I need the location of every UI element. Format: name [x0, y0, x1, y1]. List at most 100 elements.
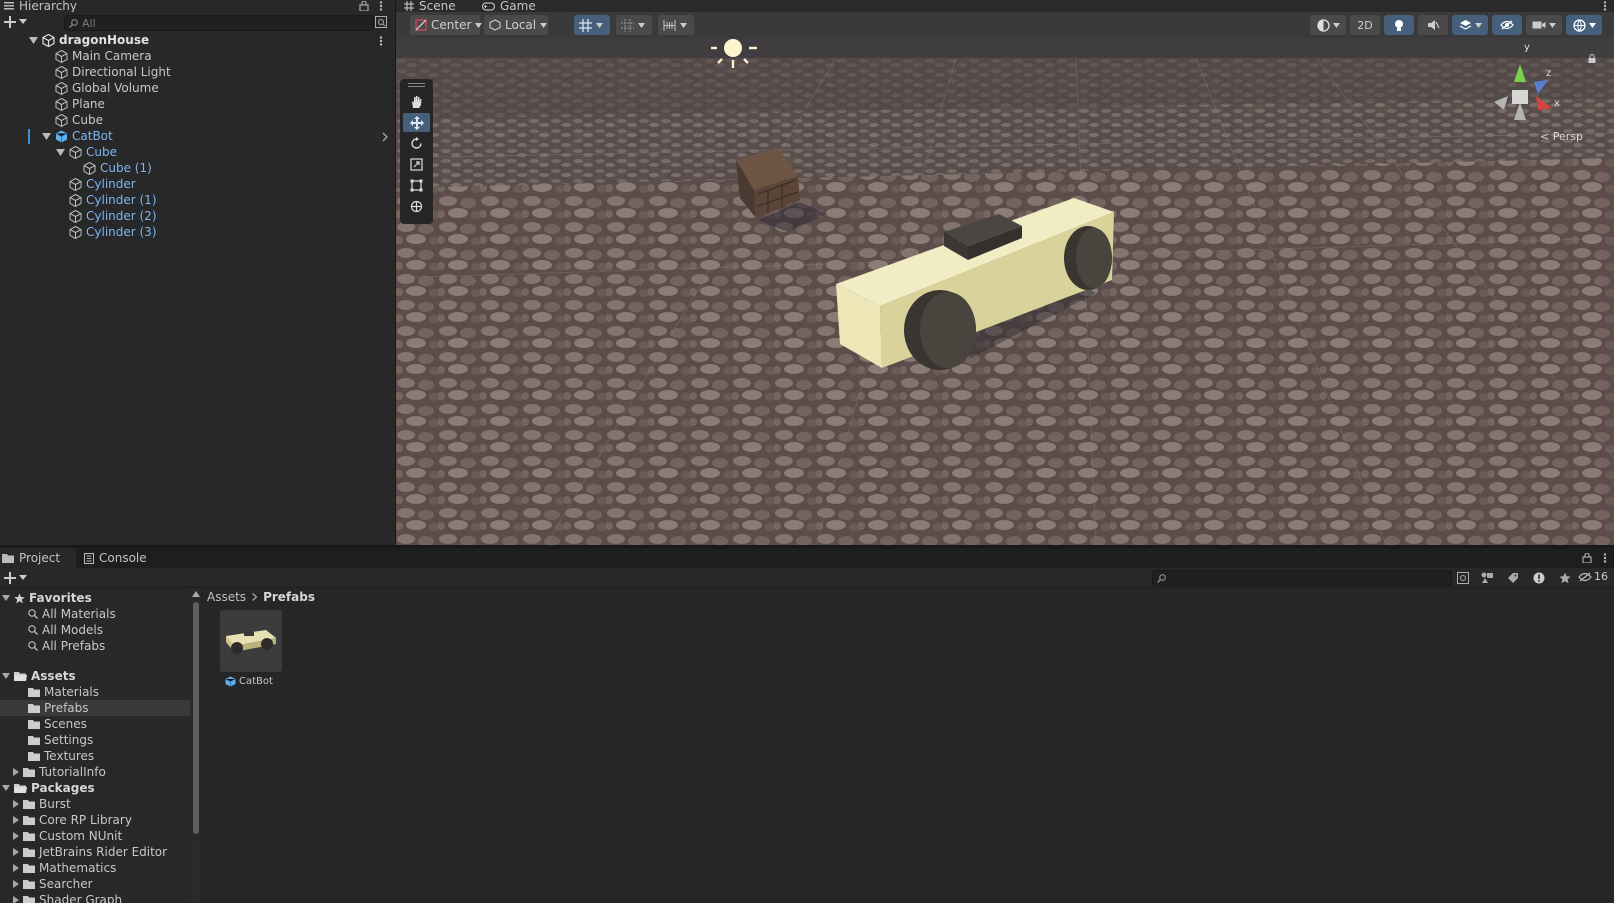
package-jetbrains-rider-editor[interactable]: JetBrains Rider Editor	[13, 844, 167, 860]
effects-dropdown[interactable]	[1452, 15, 1488, 35]
grid-visibility-toggle[interactable]	[616, 15, 652, 35]
chevron-right-icon[interactable]	[376, 128, 394, 146]
search-options-icon[interactable]	[372, 13, 390, 31]
more-options-icon[interactable]	[1596, 549, 1614, 567]
eye-hidden-icon	[1500, 20, 1514, 30]
move-tool-button[interactable]	[403, 113, 430, 132]
filter-by-label-icon[interactable]	[1504, 569, 1522, 587]
folder-textures[interactable]: Textures	[28, 748, 94, 764]
tab-project[interactable]: Project	[0, 548, 76, 568]
hierarchy-search-input[interactable]: All	[64, 15, 374, 31]
chevron-down-icon	[638, 22, 645, 28]
lock-icon[interactable]	[1588, 54, 1596, 63]
drag-handle-line	[408, 86, 425, 87]
search-by-type-icon[interactable]	[1454, 569, 1472, 587]
assets-header[interactable]: Assets	[2, 668, 76, 684]
hierarchy-item-cube-1[interactable]: Cube (1)	[83, 160, 152, 176]
expand-arrow-right-icon[interactable]	[13, 816, 19, 824]
scene-visibility-toggle[interactable]	[1492, 15, 1522, 35]
draw-mode-dropdown[interactable]	[1310, 15, 1346, 35]
expand-arrow-icon[interactable]	[2, 785, 10, 791]
tab-scene[interactable]: Scene	[404, 0, 456, 12]
audio-toggle[interactable]	[1418, 15, 1448, 35]
hidden-packages-toggle[interactable]: 16	[1578, 570, 1608, 583]
scale-tool-button[interactable]	[403, 155, 430, 174]
increment-snap-toggle[interactable]	[658, 15, 694, 35]
tab-hierarchy[interactable]: Hierarchy	[4, 0, 77, 12]
hierarchy-scene-root[interactable]: dragonHouse	[28, 32, 395, 48]
folder-icon	[28, 735, 40, 745]
breadcrumb-prefabs[interactable]: Prefabs	[263, 590, 315, 604]
hierarchy-item-directional-light[interactable]: Directional Light	[55, 64, 171, 80]
drag-handle[interactable]	[408, 83, 425, 84]
expand-arrow-right-icon[interactable]	[13, 768, 19, 776]
toggle-2d-button[interactable]: 2D	[1350, 15, 1380, 35]
folder-settings[interactable]: Settings	[28, 732, 93, 748]
breadcrumb-assets[interactable]: Assets	[207, 590, 246, 604]
expand-arrow-right-icon[interactable]	[13, 800, 19, 808]
favorite-item-all-prefabs[interactable]: All Prefabs	[28, 638, 105, 654]
asset-catbot-thumbnail[interactable]	[220, 610, 282, 672]
camera-dropdown[interactable]	[1526, 15, 1562, 35]
tab-game[interactable]: Game	[482, 0, 536, 12]
transform-tool-button[interactable]	[403, 197, 430, 216]
expand-arrow-right-icon[interactable]	[13, 848, 19, 856]
hierarchy-item-cylinder-1[interactable]: Cylinder (1)	[69, 192, 157, 208]
persp-label[interactable]: < Persp	[1540, 130, 1583, 143]
expand-arrow-icon[interactable]	[41, 131, 51, 141]
expand-arrow-icon[interactable]	[2, 595, 10, 601]
folder-prefabs[interactable]: Prefabs	[0, 700, 190, 716]
package-burst[interactable]: Burst	[13, 796, 71, 812]
expand-arrow-right-icon[interactable]	[13, 864, 19, 872]
scene-options-icon[interactable]	[372, 32, 390, 50]
chevron-down-icon[interactable]	[14, 569, 32, 587]
space-dropdown[interactable]: Local	[484, 15, 548, 35]
rotate-icon	[410, 137, 423, 150]
chevron-down-icon[interactable]	[14, 13, 32, 31]
scene-viewport[interactable]: y z x < Persp	[396, 38, 1614, 545]
package-searcher[interactable]: Searcher	[13, 876, 93, 892]
expand-arrow-icon[interactable]	[55, 147, 65, 157]
hierarchy-item-catbot[interactable]: CatBot	[41, 128, 395, 144]
folder-scenes[interactable]: Scenes	[28, 716, 87, 732]
pivot-dropdown[interactable]: Center	[410, 15, 483, 35]
package-shader-graph[interactable]: Shader Graph	[13, 892, 122, 903]
scroll-up-icon[interactable]	[192, 591, 200, 597]
hierarchy-item-cube[interactable]: Cube	[55, 112, 103, 128]
package-mathematics[interactable]: Mathematics	[13, 860, 116, 876]
rotate-tool-button[interactable]	[403, 134, 430, 153]
favorite-item-all-materials[interactable]: All Materials	[28, 606, 116, 622]
hierarchy-item-cylinder-3[interactable]: Cylinder (3)	[69, 224, 157, 240]
project-search-input[interactable]	[1152, 570, 1452, 586]
filter-by-type-icon[interactable]	[1478, 569, 1496, 587]
hierarchy-item-global-volume[interactable]: Global Volume	[55, 80, 159, 96]
favorite-item-all-models[interactable]: All Models	[28, 622, 103, 638]
lighting-toggle[interactable]	[1384, 15, 1414, 35]
expand-arrow-icon[interactable]	[2, 673, 10, 679]
rect-tool-button[interactable]	[403, 176, 430, 195]
grid-snapping-toggle[interactable]	[574, 15, 610, 35]
hierarchy-item-cube-child[interactable]: Cube	[55, 144, 117, 160]
hierarchy-item-cylinder-2[interactable]: Cylinder (2)	[69, 208, 157, 224]
star-icon[interactable]	[1556, 569, 1574, 587]
package-core-rp-library[interactable]: Core RP Library	[13, 812, 132, 828]
lock-icon[interactable]	[1578, 549, 1596, 567]
gizmos-dropdown[interactable]	[1566, 15, 1602, 35]
expand-arrow-right-icon[interactable]	[13, 880, 19, 888]
packages-header[interactable]: Packages	[2, 780, 95, 796]
folder-materials[interactable]: Materials	[28, 684, 99, 700]
package-custom-nunit[interactable]: Custom NUnit	[13, 828, 122, 844]
hierarchy-item-plane[interactable]: Plane	[55, 96, 105, 112]
favorites-header[interactable]: Favorites	[2, 590, 92, 606]
tab-console[interactable]: Console	[76, 548, 155, 568]
folder-tutorialinfo[interactable]: TutorialInfo	[13, 764, 106, 780]
warning-icon[interactable]	[1530, 569, 1548, 587]
expand-arrow-icon[interactable]	[28, 35, 38, 45]
expand-arrow-right-icon[interactable]	[13, 896, 19, 903]
hand-tool-button[interactable]	[403, 92, 430, 111]
hierarchy-item-main-camera[interactable]: Main Camera	[55, 48, 152, 64]
tree-scrollbar-thumb[interactable]	[193, 602, 199, 834]
expand-arrow-right-icon[interactable]	[13, 832, 19, 840]
hierarchy-item-cylinder[interactable]: Cylinder	[69, 176, 136, 192]
asset-catbot-label[interactable]: CatBot	[225, 676, 273, 687]
